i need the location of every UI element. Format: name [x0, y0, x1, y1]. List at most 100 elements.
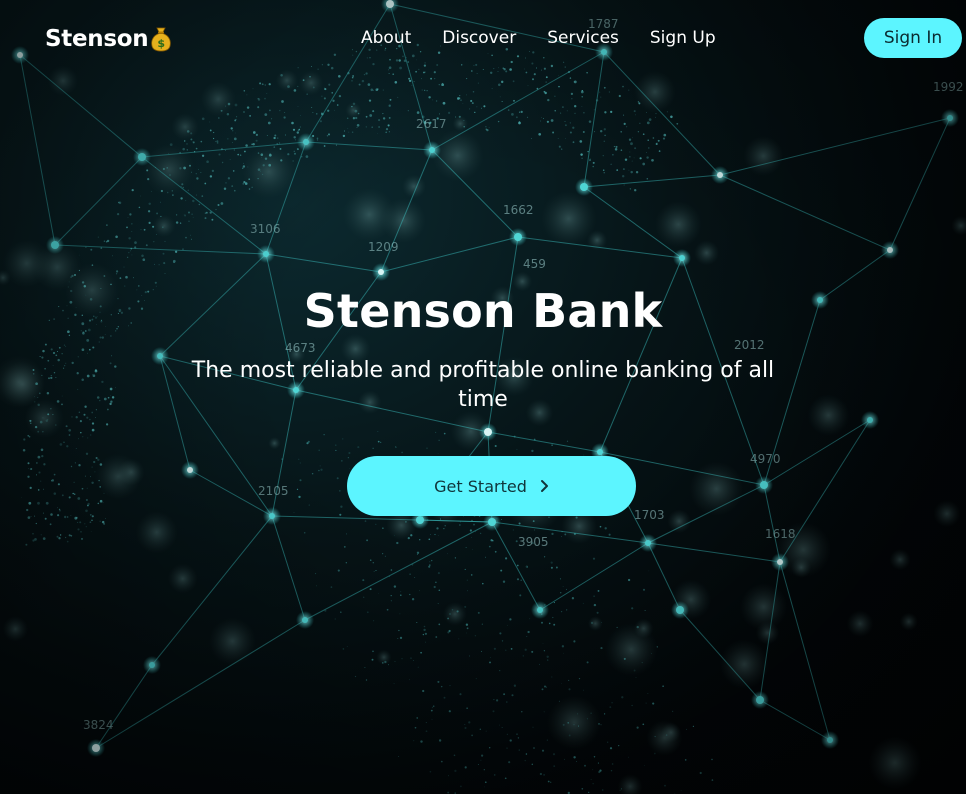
landing-page: 1787 2617 1662 3106 1209 459 4673 2012 4…	[0, 0, 966, 794]
particle	[499, 96, 501, 98]
particle	[57, 514, 60, 517]
particle	[90, 248, 93, 251]
particle	[469, 108, 471, 110]
particle	[490, 657, 491, 658]
particle	[70, 465, 73, 468]
particle	[234, 189, 236, 192]
particle	[532, 726, 534, 728]
particle	[220, 202, 224, 205]
particle	[616, 626, 618, 628]
particle	[645, 702, 647, 704]
particle	[459, 693, 462, 696]
sign-in-button[interactable]: Sign In	[864, 18, 962, 58]
particle	[588, 791, 590, 794]
particle	[89, 418, 91, 421]
particle	[561, 106, 564, 109]
particle	[699, 771, 702, 775]
network-label: 1618	[765, 527, 796, 541]
particle	[466, 627, 469, 630]
bokeh-light	[689, 461, 744, 516]
get-started-button[interactable]: Get Started	[347, 456, 636, 516]
network-line	[95, 664, 153, 749]
particle	[59, 443, 63, 446]
particle	[273, 146, 276, 148]
particle	[236, 116, 238, 118]
particle	[628, 169, 630, 171]
particle	[172, 194, 174, 196]
particle	[264, 84, 267, 86]
particle	[37, 501, 40, 505]
particle	[553, 765, 556, 767]
particle	[372, 110, 375, 113]
particle	[680, 790, 682, 792]
particle	[326, 135, 328, 137]
particle	[637, 131, 640, 133]
particle	[551, 444, 553, 446]
particle	[36, 462, 38, 464]
bokeh-light	[431, 129, 484, 182]
particle	[399, 636, 403, 640]
particle	[191, 213, 193, 215]
particle	[351, 76, 354, 79]
particle	[565, 588, 567, 590]
particle	[646, 177, 649, 180]
particle	[419, 590, 420, 592]
particle	[580, 153, 583, 156]
particle	[327, 133, 331, 136]
particle	[131, 231, 133, 232]
brand-logo[interactable]: Stenson $	[45, 22, 172, 56]
particle	[134, 241, 137, 244]
particle	[460, 521, 461, 523]
particle	[296, 131, 299, 134]
particle	[458, 638, 460, 640]
particle	[470, 574, 473, 576]
particle	[529, 618, 531, 620]
particle	[458, 115, 461, 118]
particle	[583, 689, 584, 691]
particle	[484, 786, 485, 788]
network-line	[647, 542, 781, 563]
particle	[298, 458, 300, 460]
particle	[217, 203, 220, 207]
particle	[279, 147, 282, 150]
particle	[323, 145, 326, 147]
particle	[646, 152, 647, 153]
particle	[502, 580, 506, 583]
bokeh-light	[791, 557, 812, 578]
particle	[140, 229, 142, 231]
particle	[384, 660, 387, 664]
network-line	[271, 515, 306, 621]
particle	[471, 537, 473, 538]
particle	[438, 623, 441, 626]
nav-link-sign-up[interactable]: Sign Up	[650, 27, 716, 49]
particle	[221, 161, 224, 164]
particle	[72, 492, 75, 495]
nav-link-discover[interactable]: Discover	[442, 27, 516, 49]
particle	[644, 610, 646, 612]
particle	[662, 137, 666, 140]
particle	[519, 594, 522, 597]
particle	[345, 562, 347, 564]
particle	[371, 658, 374, 661]
particle	[343, 546, 346, 548]
particle	[600, 724, 602, 726]
particle	[336, 104, 339, 106]
particle	[592, 783, 594, 785]
nav-link-about[interactable]: About	[361, 27, 411, 49]
particle	[501, 640, 504, 642]
particle	[268, 153, 272, 157]
bokeh-light	[739, 583, 788, 631]
particle	[477, 611, 480, 614]
particle	[195, 194, 197, 196]
particle	[129, 213, 132, 216]
particle	[375, 569, 377, 572]
nav-link-services[interactable]: Services	[547, 27, 619, 49]
particle	[42, 512, 44, 514]
particle	[29, 486, 32, 490]
particle	[209, 175, 213, 178]
particle	[86, 487, 88, 489]
particle	[465, 94, 467, 96]
particle	[543, 711, 545, 713]
particle	[647, 139, 649, 142]
particle	[43, 463, 46, 466]
